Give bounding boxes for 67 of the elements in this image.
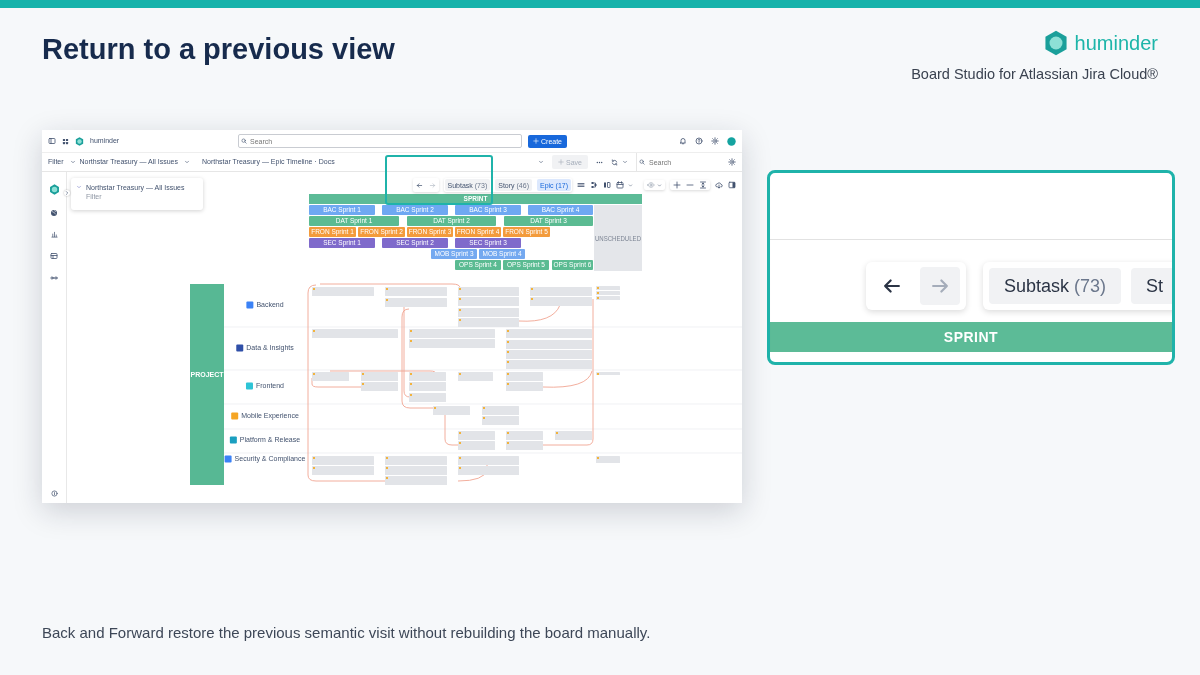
caret-icon[interactable] xyxy=(622,159,628,165)
issue-card xyxy=(506,441,543,450)
issue-card xyxy=(482,416,519,425)
issue-card xyxy=(312,466,374,475)
avatar[interactable] xyxy=(727,136,736,146)
issue-card xyxy=(458,297,519,306)
issue-card xyxy=(312,456,374,465)
plus-icon xyxy=(558,159,565,165)
dependency-line xyxy=(444,413,459,446)
cloud-download-icon[interactable] xyxy=(715,181,723,189)
sprint-header: SPRINT xyxy=(770,322,1172,352)
brand-name: huminder xyxy=(1074,31,1158,55)
panel-icon[interactable] xyxy=(50,252,58,260)
zoom-in-icon[interactable] xyxy=(673,181,681,189)
help-icon[interactable] xyxy=(695,137,703,145)
bell-icon[interactable] xyxy=(679,137,687,145)
issue-card xyxy=(596,456,620,463)
issue-card xyxy=(458,441,495,450)
forward-arrow-icon xyxy=(428,181,436,189)
search-icon xyxy=(639,159,645,165)
subtitle: Board Studio for Atlassian Jira Cloud® xyxy=(911,65,1158,84)
zoom-out-icon[interactable] xyxy=(686,181,694,189)
issue-card xyxy=(385,287,447,296)
caret-icon[interactable] xyxy=(538,159,545,165)
calendar-icon[interactable] xyxy=(616,181,624,189)
settings-icon[interactable] xyxy=(711,137,719,145)
issue-card xyxy=(458,308,519,317)
settings-icon[interactable] xyxy=(728,158,736,166)
issue-card xyxy=(506,382,543,391)
caret-icon[interactable] xyxy=(69,159,76,165)
type-filter-chip[interactable]: St xyxy=(1131,268,1172,304)
globe-icon[interactable] xyxy=(50,209,58,217)
columns-icon[interactable] xyxy=(603,181,611,189)
plus-icon xyxy=(533,138,539,144)
search-icon xyxy=(241,138,247,144)
back-arrow-icon xyxy=(415,181,423,189)
issue-card xyxy=(312,287,374,296)
hierarchy-icon[interactable] xyxy=(590,181,598,189)
logo-icon xyxy=(1042,30,1069,56)
issue-card xyxy=(530,297,592,306)
logo-icon[interactable] xyxy=(48,184,60,195)
issue-card xyxy=(385,466,447,475)
logo-icon xyxy=(75,136,84,146)
caption: Back and Forward restore the previous semantic visit without rebuilding the board manually. xyxy=(42,623,652,643)
sidebar-toggle-icon[interactable] xyxy=(48,137,56,145)
side-panel-icon[interactable] xyxy=(728,181,736,189)
issue-card xyxy=(409,382,446,391)
issue-card xyxy=(458,287,519,296)
issue-card xyxy=(385,298,447,307)
info-icon[interactable] xyxy=(50,490,58,497)
issue-card xyxy=(458,456,519,465)
link-icon[interactable] xyxy=(50,274,58,282)
type-filter-chip[interactable]: Subtask (73) xyxy=(989,268,1122,304)
issue-card xyxy=(385,476,447,485)
slide-title: Return to a previous view xyxy=(42,32,395,67)
expand-icon[interactable] xyxy=(64,190,70,196)
issue-card xyxy=(530,287,592,296)
issue-card xyxy=(458,466,519,475)
issue-card xyxy=(385,456,447,465)
fit-height-icon[interactable] xyxy=(699,181,707,189)
issue-card xyxy=(361,372,398,381)
chart-icon[interactable] xyxy=(50,231,58,238)
swimlanes-icon[interactable] xyxy=(577,181,585,189)
issue-card xyxy=(361,382,398,391)
refresh-icon[interactable] xyxy=(611,158,618,166)
caret-icon[interactable] xyxy=(184,159,190,165)
apps-grid-icon[interactable] xyxy=(62,137,69,145)
